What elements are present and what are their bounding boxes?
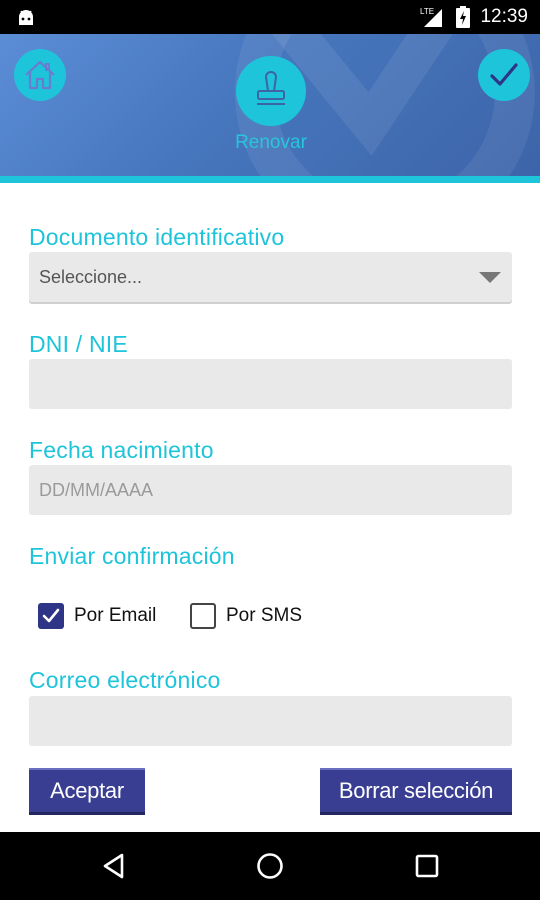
android-icon: [19, 10, 33, 25]
email-input[interactable]: [29, 696, 512, 746]
home-button[interactable]: [14, 49, 66, 101]
dni-label: DNI / NIE: [29, 331, 128, 357]
email-checkbox[interactable]: [38, 603, 64, 629]
confirmation-label: Enviar confirmación: [29, 543, 235, 569]
back-icon: [103, 853, 124, 879]
checkmark-icon: [42, 608, 60, 623]
dropdown-arrow-icon: [479, 272, 501, 283]
email-label: Correo electrónico: [29, 667, 221, 693]
home-circle-icon: [257, 853, 283, 879]
document-select-value: Seleccione...: [39, 266, 143, 287]
clock-time: 12:39: [480, 6, 528, 27]
back-button[interactable]: [98, 850, 130, 882]
stamp-icon: [257, 71, 285, 105]
document-label: Documento identificativo: [29, 224, 285, 250]
navigation-bar: [0, 832, 540, 900]
sms-option-label: Por SMS: [226, 605, 303, 626]
clear-selection-button[interactable]: Borrar selección: [320, 768, 512, 812]
sms-checkbox[interactable]: [190, 603, 216, 629]
confirm-button[interactable]: [478, 49, 530, 101]
network-type: LTE: [420, 7, 434, 16]
home-nav-button[interactable]: [254, 850, 286, 882]
renovar-action-button[interactable]: [236, 56, 306, 126]
recents-icon: [415, 854, 439, 878]
home-icon: [25, 60, 55, 90]
email-option-label: Por Email: [74, 605, 157, 626]
renovar-label: Renovar: [235, 132, 307, 153]
background-watermark: [234, 34, 535, 176]
accept-button[interactable]: Aceptar: [29, 768, 145, 812]
status-bar: LTE 12:39: [0, 0, 540, 34]
dni-input[interactable]: [29, 359, 512, 409]
signal-icon: LTE: [420, 7, 443, 27]
birth-date-input[interactable]: [29, 465, 512, 515]
recents-button[interactable]: [411, 850, 443, 882]
sms-option[interactable]: Por SMS: [190, 603, 302, 629]
document-type-select[interactable]: Seleccione...: [29, 252, 512, 302]
birth-date-label: Fecha nacimiento: [29, 437, 214, 463]
check-icon: [490, 63, 518, 86]
email-option[interactable]: Por Email: [38, 603, 156, 629]
header-accent-bar: [0, 176, 540, 183]
battery-icon: [456, 6, 471, 28]
